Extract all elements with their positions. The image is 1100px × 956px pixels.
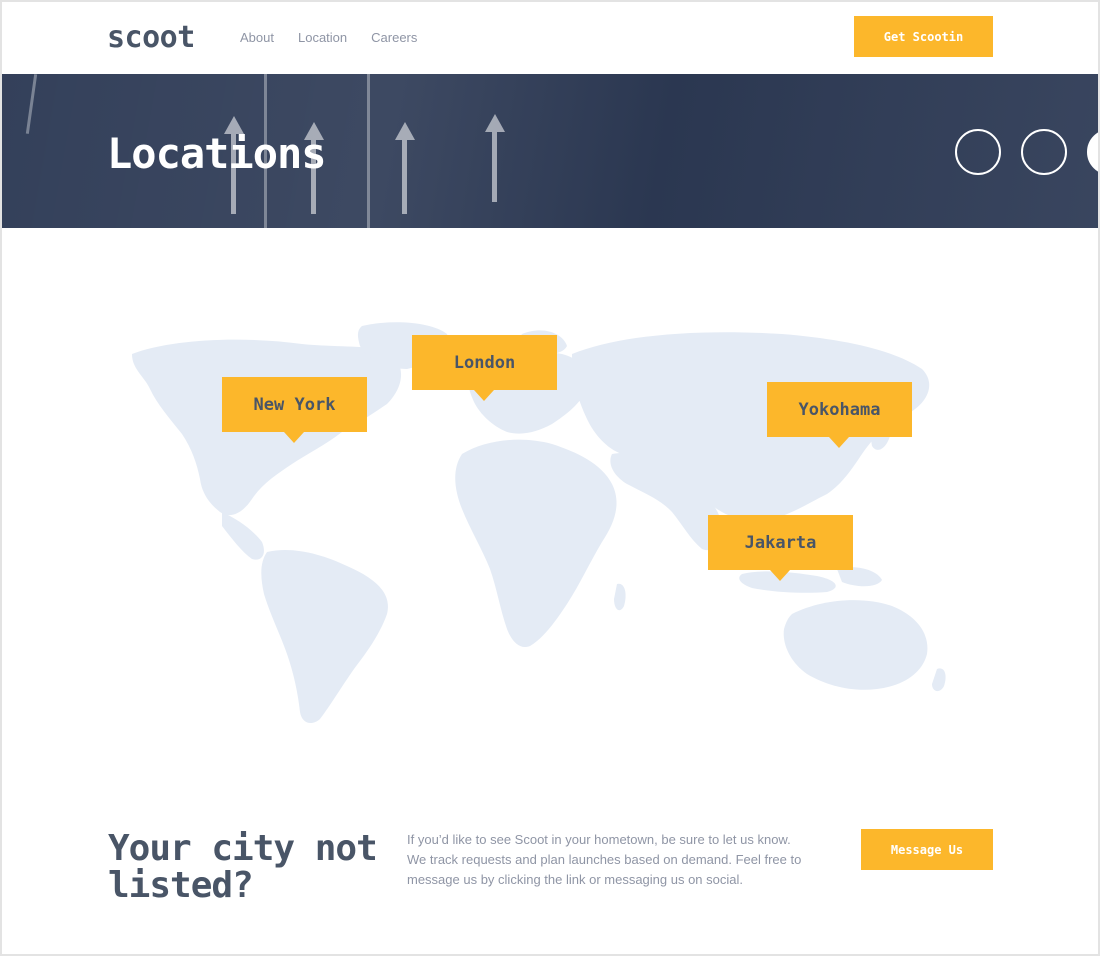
top-navigation-bar: scoot About Location Careers Get Scootin [2, 2, 1098, 74]
pin-yokohama[interactable]: Yokohama [767, 382, 912, 448]
carousel-dot-1[interactable] [955, 129, 1001, 175]
message-us-button[interactable]: Message Us [861, 829, 993, 870]
main-nav: About Location Careers [240, 30, 417, 45]
hero-banner: Locations [2, 74, 1098, 228]
road-arrow-icon [492, 132, 497, 202]
page: scoot About Location Careers Get Scootin… [0, 0, 1100, 956]
nav-link-about[interactable]: About [240, 30, 274, 45]
carousel-dot-2[interactable] [1021, 129, 1067, 175]
pin-london[interactable]: London [412, 335, 557, 401]
nav-link-careers[interactable]: Careers [371, 30, 417, 45]
road-lane-marking [367, 74, 370, 228]
cta-description: If you’d like to see Scoot in your homet… [407, 832, 802, 887]
pin-new-york[interactable]: New York [222, 377, 367, 443]
cta-heading: Your city not listed? [108, 828, 378, 906]
road-arrow-icon [395, 122, 415, 140]
page-title: Locations [107, 129, 327, 178]
pin-jakarta[interactable]: Jakarta [708, 515, 853, 581]
world-map: New York London Yokohama Jakarta [102, 314, 962, 734]
nav-link-location[interactable]: Location [298, 30, 347, 45]
get-scootin-button[interactable]: Get Scootin [854, 16, 993, 57]
road-arrow-icon [402, 140, 407, 214]
scoot-logo[interactable]: scoot [107, 20, 195, 55]
road-arrow-icon [485, 114, 505, 132]
